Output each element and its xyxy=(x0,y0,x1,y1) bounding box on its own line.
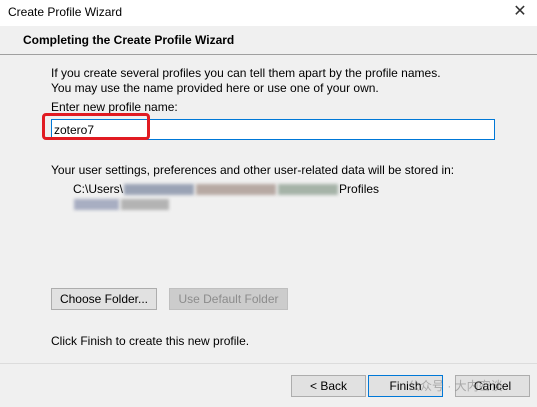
storage-path-line-1: C:\Users\ Profiles xyxy=(73,182,379,196)
description: If you create several profiles you can t… xyxy=(51,66,521,96)
profile-name-label: Enter new profile name: xyxy=(51,100,178,114)
storage-path-line-2 xyxy=(73,199,170,210)
header-divider xyxy=(0,54,537,55)
finish-button[interactable]: Finish xyxy=(368,375,443,397)
use-default-folder-button[interactable]: Use Default Folder xyxy=(169,288,288,310)
wizard-heading: Completing the Create Profile Wizard xyxy=(23,33,235,47)
redacted-path-segment xyxy=(124,183,195,195)
storage-location-label: Your user settings, preferences and othe… xyxy=(51,163,455,177)
finish-hint: Click Finish to create this new profile. xyxy=(51,334,250,348)
wizard-header: Completing the Create Profile Wizard xyxy=(0,26,537,54)
footer-divider xyxy=(0,363,537,364)
choose-folder-button[interactable]: Choose Folder... xyxy=(51,288,157,310)
close-icon[interactable]: ✕ xyxy=(509,2,531,22)
window-title: Create Profile Wizard xyxy=(8,5,123,19)
profile-name-input[interactable] xyxy=(51,119,495,140)
cancel-button[interactable]: Cancel xyxy=(455,375,530,397)
redacted-path-segment xyxy=(74,199,119,210)
redacted-path-segment xyxy=(121,199,169,210)
storage-path-prefix: C:\Users\ xyxy=(73,182,124,196)
back-button[interactable]: < Back xyxy=(291,375,366,397)
description-line-1: If you create several profiles you can t… xyxy=(51,66,441,80)
title-bar: Create Profile Wizard ✕ xyxy=(0,0,537,26)
redacted-path-segment xyxy=(196,183,277,195)
description-line-2: You may use the name provided here or us… xyxy=(51,81,379,95)
redacted-path-segment xyxy=(278,183,339,195)
storage-path-suffix: Profiles xyxy=(339,182,380,196)
